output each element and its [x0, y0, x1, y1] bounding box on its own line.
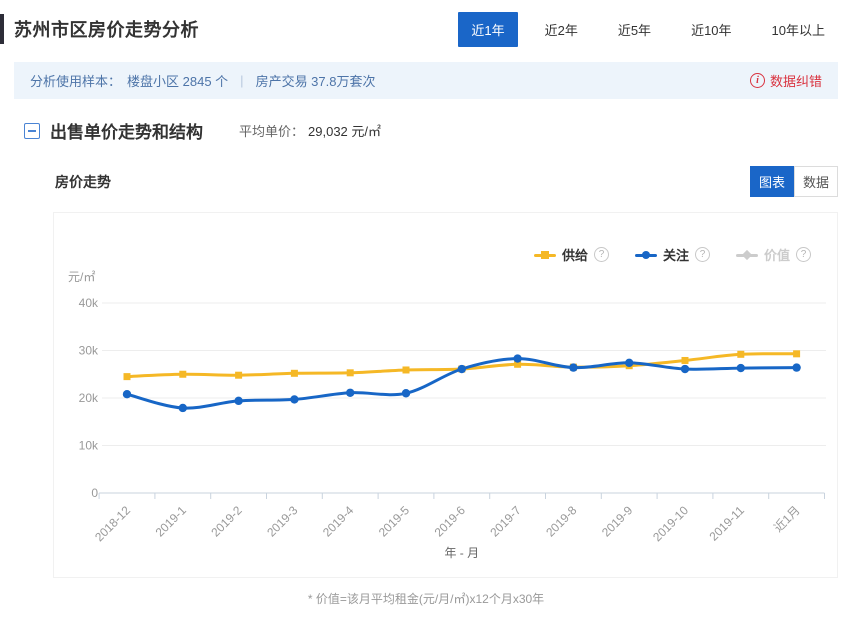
svg-text:2019-11: 2019-11	[707, 503, 748, 544]
svg-text:近1月: 近1月	[771, 503, 803, 535]
svg-text:2019-10: 2019-10	[650, 503, 691, 544]
svg-text:2018-12: 2018-12	[92, 503, 133, 544]
sample-info-bar: 分析使用样本： 楼盘小区 2845 个 | 房产交易 37.8万套次 i 数据纠…	[14, 62, 838, 99]
time-range-tab-0[interactable]: 近1年	[458, 12, 517, 47]
legend-marker-diamond-icon	[736, 249, 758, 261]
chart-data-toggle: 图表数据	[750, 166, 838, 197]
title-accent-bar	[0, 14, 4, 44]
svg-text:2019-8: 2019-8	[543, 503, 580, 540]
help-icon[interactable]: ?	[594, 247, 609, 262]
help-icon[interactable]: ?	[695, 247, 710, 262]
sample-info: 分析使用样本： 楼盘小区 2845 个 | 房产交易 37.8万套次	[30, 71, 375, 90]
section-header: 出售单价走势和结构 平均单价： 29,032 元/㎡	[24, 118, 838, 143]
svg-text:年 - 月: 年 - 月	[444, 546, 479, 560]
sample-community-count: 楼盘小区 2845 个	[127, 71, 228, 90]
view-toggle-chart[interactable]: 图表	[750, 166, 794, 197]
page-title: 苏州市区房价走势分析	[14, 16, 199, 42]
svg-text:30k: 30k	[79, 344, 99, 358]
average-price: 平均单价： 29,032 元/㎡	[239, 121, 381, 140]
collapse-minus-icon[interactable]	[24, 123, 40, 139]
view-toggle-data[interactable]: 数据	[794, 166, 838, 197]
trend-header: 房价走势 图表数据	[55, 166, 838, 197]
time-range-tab-2[interactable]: 近5年	[605, 12, 664, 47]
svg-text:20k: 20k	[79, 391, 99, 405]
legend-label: 价值	[764, 245, 790, 264]
divider: |	[234, 73, 249, 88]
page: 苏州市区房价走势分析 近1年近2年近5年近10年 10年以上 分析使用样本： 楼盘…	[0, 0, 852, 618]
legend-item-2[interactable]: 价值?	[736, 245, 811, 264]
data-correction-label: 数据纠错	[770, 71, 822, 90]
average-price-label: 平均单价：	[239, 124, 304, 139]
sample-info-label: 分析使用样本：	[30, 71, 121, 90]
section-title: 出售单价走势和结构	[50, 118, 203, 143]
time-range-tabs: 近1年近2年近5年近10年 10年以上	[444, 12, 838, 47]
time-range-tab-3[interactable]: 近10年	[678, 12, 744, 47]
page-header: 苏州市区房价走势分析 近1年近2年近5年近10年 10年以上	[0, 10, 838, 48]
trend-title: 房价走势	[55, 172, 111, 192]
svg-text:2019-9: 2019-9	[599, 503, 636, 540]
legend-item-1[interactable]: 关注?	[635, 245, 710, 264]
svg-text:2019-7: 2019-7	[487, 503, 524, 540]
average-price-value: 29,032 元/㎡	[308, 124, 381, 139]
svg-text:2019-3: 2019-3	[264, 503, 301, 540]
svg-text:0: 0	[91, 486, 98, 500]
svg-text:40k: 40k	[79, 296, 99, 310]
help-icon[interactable]: ?	[796, 247, 811, 262]
svg-text:2019-5: 2019-5	[376, 503, 413, 540]
info-circle-icon: i	[750, 73, 765, 88]
svg-text:2019-6: 2019-6	[432, 503, 469, 540]
svg-text:2019-1: 2019-1	[153, 503, 190, 540]
legend-item-0[interactable]: 供给?	[534, 245, 609, 264]
time-range-tab-1[interactable]: 近2年	[532, 12, 591, 47]
svg-text:10k: 10k	[79, 439, 99, 453]
legend-label: 供给	[562, 245, 588, 264]
legend-marker-square-icon	[534, 249, 556, 261]
value-definition-footnote: * 价值=该月平均租金(元/月/㎡)x12个月x30年	[0, 590, 852, 607]
price-trend-chart: 0 10k 20k 30k 40k 元/㎡ 2018-12 2019-1 2019-2 2019-…	[54, 213, 837, 577]
svg-text:2019-4: 2019-4	[320, 503, 357, 540]
data-correction-link[interactable]: i 数据纠错	[750, 71, 822, 90]
legend-marker-circle-icon	[635, 249, 657, 261]
legend-label: 关注	[663, 245, 689, 264]
svg-text:2019-2: 2019-2	[208, 503, 245, 540]
chart-legend: 供给?关注?价值?	[534, 245, 811, 264]
sample-transaction-count: 房产交易 37.8万套次	[256, 71, 376, 90]
time-range-tab-4[interactable]: 10年以上	[759, 12, 838, 47]
svg-text:元/㎡: 元/㎡	[68, 270, 95, 284]
price-trend-chart-panel: 供给?关注?价值? 010k20k30k40k元/㎡2018-122019-12…	[53, 212, 838, 578]
